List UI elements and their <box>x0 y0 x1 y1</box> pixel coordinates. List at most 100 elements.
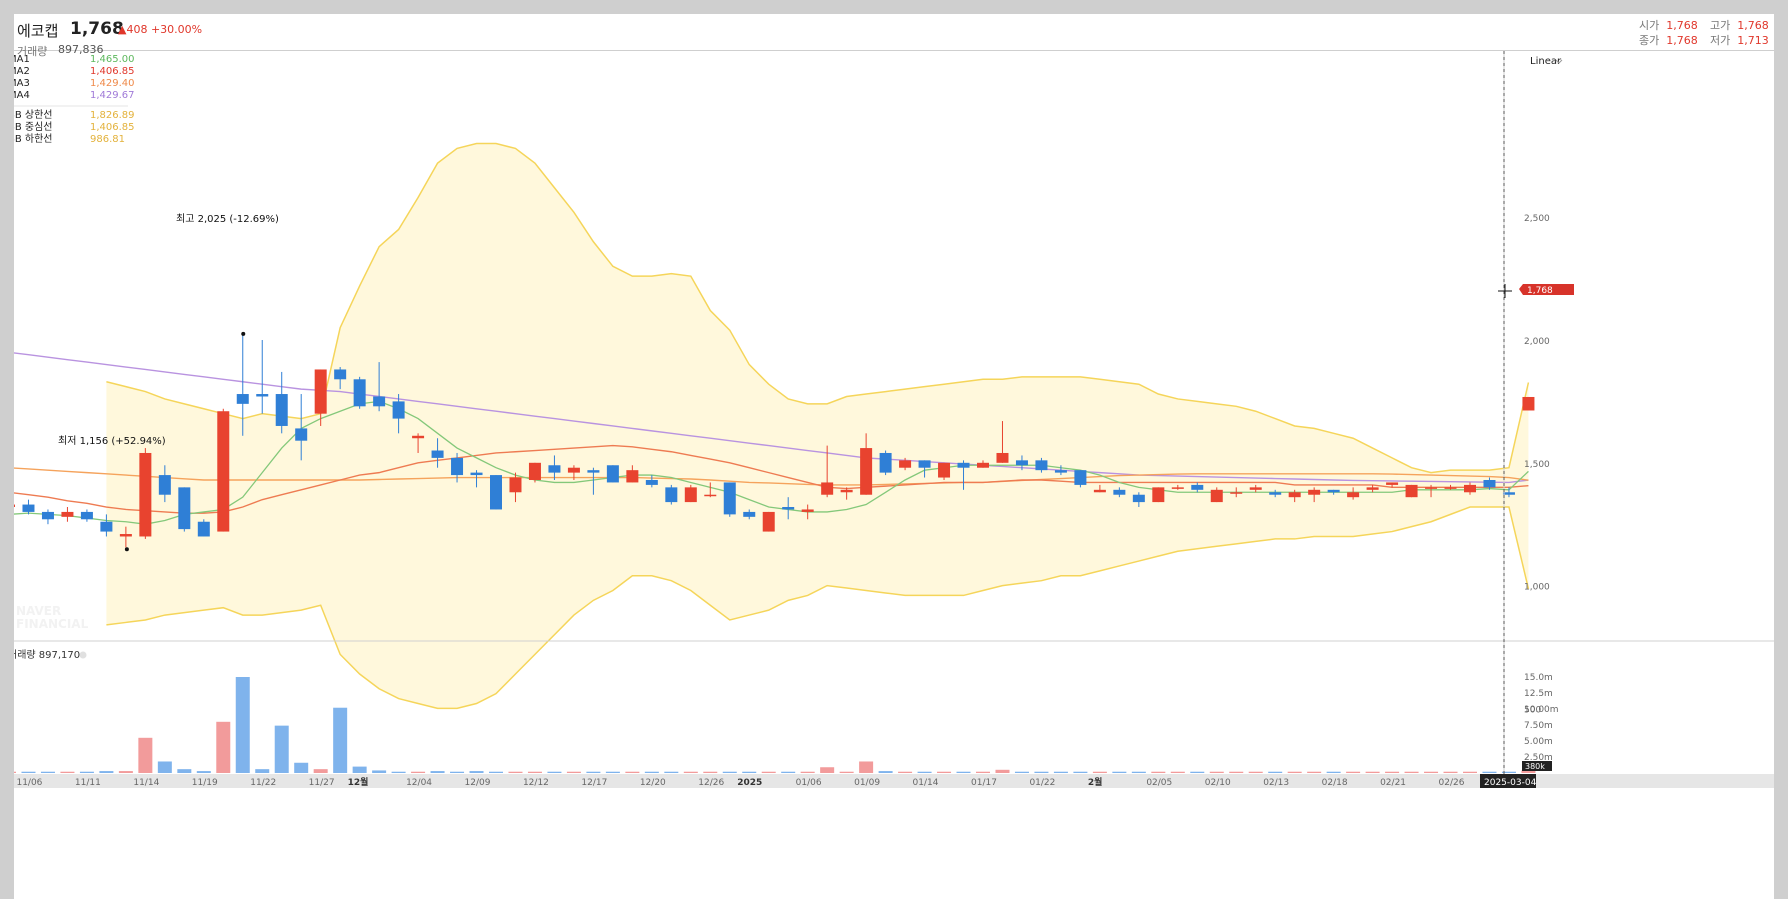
volume-bar <box>1424 771 1439 773</box>
volume-bar <box>1170 771 1185 773</box>
candle-body <box>334 369 347 380</box>
y-tick-label: 2,500 <box>1524 214 1550 224</box>
volume-bar <box>294 762 309 773</box>
volume-bar <box>79 771 94 773</box>
x-tick-label: 12/12 <box>523 778 549 788</box>
y-tick-label: 2,000 <box>1524 337 1550 347</box>
volume-bar <box>664 771 679 773</box>
volume-bar <box>1190 771 1205 773</box>
candle-body <box>22 504 35 512</box>
candle-body <box>100 521 113 532</box>
candle-body <box>431 450 444 458</box>
volume-bar <box>216 721 231 773</box>
volume-bar <box>1151 771 1166 773</box>
candle-body <box>1386 482 1399 485</box>
volume-label: 거래량 <box>17 45 48 58</box>
candle-body <box>1464 484 1476 493</box>
candle-body <box>61 511 74 517</box>
candle-body <box>918 460 931 468</box>
volume-bar <box>489 771 503 773</box>
volume-bar <box>372 770 387 773</box>
volume-bar <box>469 771 484 773</box>
candle-body <box>353 379 366 407</box>
legend-value: 1,406.85 <box>90 122 135 133</box>
x-tick-label: 02/13 <box>1263 778 1289 788</box>
candle-body <box>178 487 191 530</box>
volume-bar <box>1073 771 1088 773</box>
candle-body <box>1132 494 1145 503</box>
watermark-naver: NAVER <box>16 604 61 618</box>
candle-body <box>1230 492 1243 494</box>
volume-bar <box>781 771 796 773</box>
high-marker <box>241 331 246 336</box>
x-tick-label: 02/10 <box>1205 778 1231 788</box>
candle-body <box>509 477 522 493</box>
volume-bar <box>1209 771 1224 773</box>
volume-bar <box>878 771 893 773</box>
candle-body <box>587 470 600 473</box>
legend-label: MA4 <box>14 90 30 101</box>
volume-bar <box>313 769 328 773</box>
volume-bar <box>21 771 36 773</box>
candle-body <box>626 470 639 483</box>
x-tick-label: 02/18 <box>1322 778 1348 788</box>
volume-bar <box>742 771 757 773</box>
candle-body <box>1483 479 1496 488</box>
volume-bar <box>40 771 55 773</box>
candle-body <box>957 462 970 468</box>
volume-bar <box>527 771 542 773</box>
x-tick-label: 01/06 <box>796 778 822 788</box>
volume-bar <box>1307 771 1322 773</box>
volume-bar <box>235 677 250 773</box>
candle-body <box>645 479 658 485</box>
candle-body <box>1054 470 1067 473</box>
candle-body <box>528 462 541 480</box>
legend-value: 1,406.85 <box>90 66 135 77</box>
candle-body <box>1074 470 1087 485</box>
volume-value: 897,836 <box>58 43 104 56</box>
candle-body <box>860 448 873 495</box>
legend-value: 1,429.67 <box>90 90 135 101</box>
current-price: 1,768 <box>70 19 124 39</box>
volume-bar <box>1385 771 1400 773</box>
volume-bar <box>566 771 581 773</box>
candle-body <box>782 507 795 510</box>
volume-bar <box>976 771 990 773</box>
chart-panel: 2,500 2,000 1,500 1,000 500 15.0m 12.5m 10.00m 7… <box>14 14 1774 899</box>
candle-body <box>801 509 814 512</box>
volume-bar <box>1443 771 1458 773</box>
candle-body <box>256 394 269 397</box>
y-tick-label: 1,000 <box>1524 583 1550 593</box>
volume-bar <box>1404 771 1419 773</box>
candle-body <box>665 487 678 503</box>
volume-bar <box>1014 771 1029 773</box>
legend-label: MA2 <box>14 66 30 77</box>
candle-body <box>684 487 697 503</box>
x-tick-label: 01/14 <box>913 778 939 788</box>
settings-icon <box>79 651 87 659</box>
volume-bar <box>1463 771 1477 773</box>
volume-bar <box>761 771 776 773</box>
volume-current-label: 380k <box>1525 762 1545 771</box>
candle-body <box>1015 460 1028 466</box>
close-price: 종가 1,768 <box>1639 34 1698 47</box>
x-tick-label: 02/05 <box>1146 778 1172 788</box>
volume-bar <box>1482 771 1497 773</box>
candle-body <box>1210 489 1223 503</box>
candle-body <box>1502 492 1515 495</box>
volume-bar <box>60 771 75 773</box>
volume-bar <box>722 771 737 773</box>
candle-body <box>1444 487 1457 489</box>
low-marker <box>124 547 129 552</box>
volume-bar <box>177 769 192 773</box>
candle-body <box>938 462 951 478</box>
volume-bar <box>703 771 718 773</box>
volume-bar <box>625 771 640 773</box>
candle-body <box>392 401 405 419</box>
candle-body <box>490 475 502 510</box>
volume-bar <box>1229 771 1244 773</box>
stock-chart[interactable]: 2,5002,0001,5001,00050015.0m12.5m10.00m7… <box>14 14 1774 899</box>
volume-bar <box>547 771 562 773</box>
x-tick-label: 11/14 <box>133 778 159 788</box>
x-tick-label: 01/17 <box>971 778 997 788</box>
